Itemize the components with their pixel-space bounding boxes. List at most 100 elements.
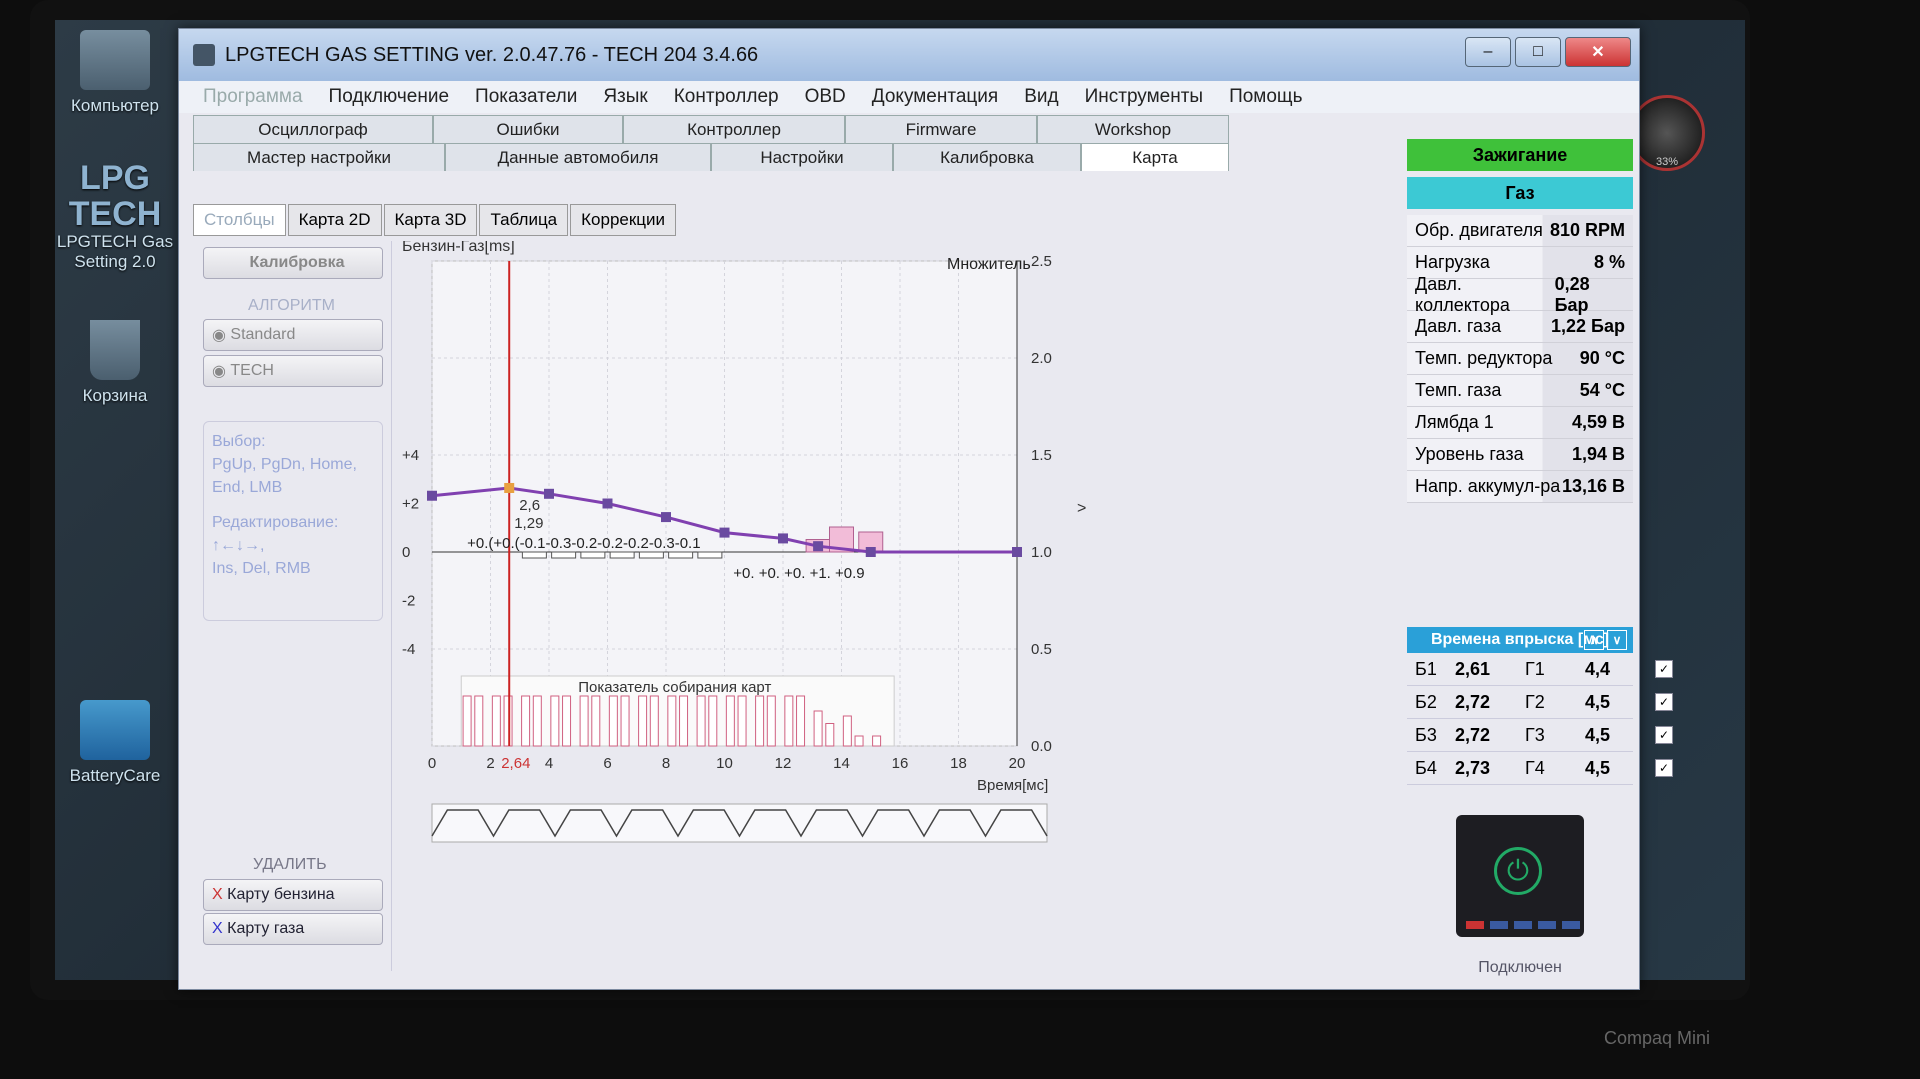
param-row: Напр. аккумул-ра 13,16 В — [1407, 471, 1633, 503]
injection-title: Времена впрыска [мс] — [1430, 631, 1610, 648]
collect-bar — [521, 695, 531, 747]
menu-controller[interactable]: Контроллер — [674, 86, 779, 108]
multiplier-point — [427, 490, 437, 501]
collect-bar — [462, 695, 472, 747]
left-tick-label: 0 — [402, 544, 410, 561]
injection-row: Б1 2,61 Г1 4,4 ✓ — [1407, 653, 1673, 686]
collect-bar — [532, 695, 542, 747]
calibration-button[interactable]: Калибровка — [203, 247, 383, 279]
param-name: Темп. газа — [1415, 380, 1502, 400]
injection-table: Б1 2,61 Г1 4,4 ✓ Б2 2,72 Г2 4,5 ✓ Б3 2,72 Г3 4,5 ✓ Б4 2,… — [1407, 653, 1673, 785]
row-checkbox[interactable]: ✓ — [1655, 693, 1673, 711]
subtab-map-3d[interactable]: Карта 3D — [383, 204, 478, 236]
tab-setup-wizard[interactable]: Мастер настройки — [193, 143, 445, 171]
param-value: 4,59 В — [1571, 412, 1625, 432]
petrol-time: 2,73 — [1455, 757, 1491, 778]
subtab-columns[interactable]: Столбцы — [193, 204, 286, 236]
algo-tech-radio[interactable]: ◉ TECH — [203, 355, 383, 387]
tab-errors[interactable]: Ошибки — [433, 115, 623, 143]
x-tick-label: 8 — [662, 755, 670, 772]
battery-icon — [80, 700, 150, 760]
row-checkbox[interactable]: ✓ — [1655, 660, 1673, 678]
window-controls: – □ ✕ — [1465, 37, 1631, 67]
param-row: Давл. коллектора 0,28 Бар — [1407, 274, 1633, 315]
maximize-button[interactable]: □ — [1515, 37, 1561, 67]
scroll-up-icon[interactable]: ∧ — [1584, 630, 1604, 650]
gauge-text: 33% — [1655, 156, 1679, 168]
collect-bar — [667, 695, 677, 747]
chart-left-title: Бензин-Газ[ms] — [402, 241, 515, 255]
injection-header: Времена впрыска [мс] ∧ ∨ — [1407, 627, 1633, 653]
injection-arrows: ∧ ∨ — [1584, 630, 1627, 650]
bank-petrol: Б3 — [1415, 724, 1437, 745]
tab-vehicle-data[interactable]: Данные автомобиля — [445, 143, 711, 171]
collect-bar — [649, 695, 659, 747]
param-row: Темп. газа 54 °C — [1407, 375, 1633, 407]
menu-obd[interactable]: OBD — [805, 86, 846, 108]
tab-controller[interactable]: Контроллер — [623, 115, 845, 143]
collect-label: Показатель собирания карт — [578, 679, 771, 696]
bank-petrol: Б4 — [1415, 757, 1437, 778]
correction-bar — [609, 551, 635, 559]
menu-indicators[interactable]: Показатели — [475, 86, 577, 108]
tab-calibration[interactable]: Калибровка — [893, 143, 1081, 171]
computer-desktop-icon[interactable]: Компьютер — [55, 30, 175, 116]
multiplier-point — [544, 488, 554, 499]
tab-oscilloscope[interactable]: Осциллограф — [193, 115, 433, 143]
subtab-corrections[interactable]: Коррекции — [570, 204, 677, 236]
chart-right-title: Множитель — [947, 256, 1031, 273]
help-edit-title: Редактирование: — [212, 514, 339, 531]
collect-bar — [591, 695, 601, 747]
tab-map[interactable]: Карта — [1081, 143, 1229, 171]
power-icon[interactable]: ⏻ — [1494, 847, 1542, 895]
lpgtech-desktop-icon[interactable]: LPG TECH LPGTECH Gas Setting 2.0 — [55, 160, 175, 272]
scroll-down-icon[interactable]: ∨ — [1607, 630, 1627, 650]
collect-bar — [579, 695, 589, 747]
row-checkbox[interactable]: ✓ — [1655, 726, 1673, 744]
close-button[interactable]: ✕ — [1565, 37, 1631, 67]
fuel-switch-widget[interactable]: ⏻ — [1456, 815, 1584, 937]
multiplier-point — [778, 533, 788, 544]
multiplier-point — [1012, 547, 1022, 557]
algo-standard-radio[interactable]: ◉ Standard — [203, 319, 383, 351]
param-name: Обр. двигателя — [1415, 220, 1543, 240]
chart-area: 0 2 4 6 8 10 12 14 16 18 20 2.5 2.0 1.5 1.0 0.5 0.0 +4 +2 0… — [391, 238, 1392, 971]
delete-petrol-map-button[interactable]: X Карту бензина — [203, 879, 383, 911]
subtab-table[interactable]: Таблица — [479, 204, 569, 236]
bank-gas: Г3 — [1525, 724, 1545, 745]
multiplier-point — [504, 482, 515, 493]
title-bar[interactable]: LPGTECH GAS SETTING ver. 2.0.47.76 - TEC… — [179, 29, 1639, 81]
menu-help[interactable]: Помощь — [1229, 86, 1302, 108]
tab-settings[interactable]: Настройки — [711, 143, 893, 171]
computer-icon — [80, 30, 150, 90]
menu-view[interactable]: Вид — [1024, 86, 1058, 108]
delete-gas-map-button[interactable]: X Карту газа — [203, 913, 383, 945]
menu-program[interactable]: Программа — [203, 86, 303, 108]
batterycare-desktop-icon[interactable]: BatteryCare — [55, 700, 175, 786]
param-value: 0,28 Бар — [1554, 273, 1590, 315]
row-checkbox[interactable]: ✓ — [1655, 759, 1673, 777]
calibration-chart[interactable]: 0 2 4 6 8 10 12 14 16 18 20 2.5 2.0 1.5 1.0 0.5 0.0 +4 +2 0… — [392, 238, 1392, 971]
tab-workshop[interactable]: Workshop — [1037, 115, 1229, 143]
collect-bar — [796, 695, 806, 747]
collect-bar — [813, 710, 823, 747]
param-value: 13,16 В — [1561, 476, 1625, 496]
injection-row: Б2 2,72 Г2 4,5 ✓ — [1407, 686, 1673, 719]
tab-row-2: Мастер настройки Данные автомобиля Настр… — [193, 143, 1229, 171]
multiplier-point — [661, 512, 671, 523]
point-label: 2,6 — [519, 497, 540, 514]
menu-connection[interactable]: Подключение — [329, 86, 449, 108]
collect-bar — [725, 695, 735, 747]
left-tick-label: -2 — [402, 593, 415, 610]
minimize-button[interactable]: – — [1465, 37, 1511, 67]
subtab-map-2d[interactable]: Карта 2D — [287, 204, 382, 236]
param-row: Давл. газа 1,22 Бар — [1407, 311, 1633, 343]
menu-tools[interactable]: Инструменты — [1085, 86, 1203, 108]
collect-bar — [474, 695, 484, 747]
led — [1466, 921, 1484, 929]
recycle-bin-desktop-icon[interactable]: Корзина — [55, 320, 175, 406]
menu-language[interactable]: Язык — [603, 86, 647, 108]
menu-documentation[interactable]: Документация — [872, 86, 998, 108]
tab-firmware[interactable]: Firmware — [845, 115, 1037, 143]
right-tick-label: 0.0 — [1031, 738, 1052, 755]
